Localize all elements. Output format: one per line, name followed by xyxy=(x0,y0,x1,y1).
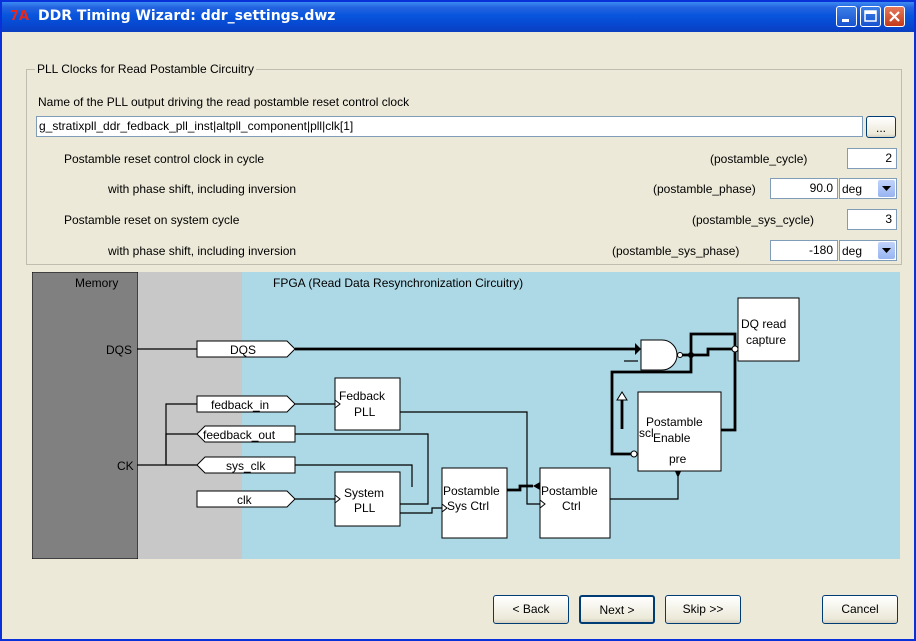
fedback-pll-line1: Fedback xyxy=(339,389,386,403)
cancel-button[interactable]: Cancel xyxy=(822,595,898,624)
postamble-cycle-field[interactable]: 2 xyxy=(847,148,897,169)
postamble-sys-phase-unit: deg xyxy=(842,244,863,258)
dqs-signal-label: DQS xyxy=(230,343,256,357)
browse-button[interactable]: ... xyxy=(866,116,896,138)
enable-scl-label: scl xyxy=(639,426,654,440)
sys-clk-label: sys_clk xyxy=(226,459,266,473)
postamble-phase-unit-select[interactable]: deg xyxy=(839,178,897,199)
skip-button[interactable]: Skip >> xyxy=(665,595,741,624)
fpga-label: FPGA (Read Data Resynchronization Circui… xyxy=(273,276,523,290)
group-legend: PLL Clocks for Read Postamble Circuitry xyxy=(35,62,256,76)
fedback-pll-line2: PLL xyxy=(354,405,376,419)
minimize-button[interactable] xyxy=(836,6,857,27)
postamble-ctrl-line1: Postamble xyxy=(541,484,598,498)
dqs-pin-label: DQS xyxy=(106,343,132,357)
wizard-window: 7A DDR Timing Wizard: ddr_settings.dwz P… xyxy=(0,0,916,641)
dq-capture-line2: capture xyxy=(746,333,786,347)
fedback-pll-block xyxy=(334,377,401,431)
system-pll-line1: System xyxy=(344,486,384,500)
postamble-sys-ctrl-line2: Sys Ctrl xyxy=(447,499,489,513)
pll-output-label: Name of the PLL output driving the read … xyxy=(38,95,410,109)
memory-region xyxy=(32,272,139,559)
interface-region xyxy=(138,272,242,559)
ck-pin-label: CK xyxy=(117,459,134,473)
postamble-sys-ctrl-line1: Postamble xyxy=(443,484,500,498)
resync-circuit-diagram: Memory FPGA (Read Data Resynchronization… xyxy=(32,272,900,559)
system-pll-line2: PLL xyxy=(354,501,376,515)
memory-label: Memory xyxy=(75,276,118,290)
postamble-sys-cycle-label: Postamble reset on system cycle xyxy=(64,213,240,227)
feedback-out-label: feedback_out xyxy=(203,428,276,442)
chevron-down-icon[interactable] xyxy=(878,242,895,259)
postamble-sys-cycle-field[interactable]: 3 xyxy=(847,209,897,230)
postamble-enable-line2: Enable xyxy=(653,431,691,445)
postamble-phase-field[interactable]: 90.0 xyxy=(770,178,838,199)
fedback-in-label: fedback_in xyxy=(211,398,269,412)
enable-pre-label: pre xyxy=(669,452,687,466)
minimize-icon xyxy=(842,19,849,22)
chevron-down-icon[interactable] xyxy=(878,180,895,197)
pre-input-arrow xyxy=(616,391,628,401)
junction-dot xyxy=(688,352,694,358)
postamble-sys-phase-label: with phase shift, including inversion xyxy=(108,244,297,258)
window-title: DDR Timing Wizard: ddr_settings.dwz xyxy=(38,8,336,24)
and-gate xyxy=(640,339,678,371)
postamble-sys-phase-field[interactable]: -180 xyxy=(770,240,838,261)
gate-input-arrow xyxy=(635,343,641,355)
postamble-phase-param: (postamble_phase) xyxy=(653,182,756,196)
postamble-phase-label: with phase shift, including inversion xyxy=(108,182,297,196)
postamble-sys-phase-unit-select[interactable]: deg xyxy=(839,240,897,261)
next-button[interactable]: Next > xyxy=(579,595,655,624)
postamble-cycle-label: Postamble reset control clock in cycle xyxy=(64,152,265,166)
postamble-phase-unit: deg xyxy=(842,182,863,196)
close-button[interactable] xyxy=(884,6,905,27)
title-bar[interactable]: 7A DDR Timing Wizard: ddr_settings.dwz xyxy=(2,2,914,32)
postamble-ctrl-line2: Ctrl xyxy=(562,499,581,513)
postamble-sys-cycle-param: (postamble_sys_cycle) xyxy=(692,213,815,227)
app-icon: 7A xyxy=(10,9,30,24)
back-button[interactable]: < Back xyxy=(493,595,569,624)
maximize-button[interactable] xyxy=(860,6,881,27)
postamble-sys-phase-param: (postamble_sys_phase) xyxy=(612,244,740,258)
ctrl-arrow xyxy=(533,482,540,490)
postamble-enable-line1: Postamble xyxy=(646,415,703,429)
maximize-icon xyxy=(864,10,877,22)
close-icon xyxy=(889,11,900,22)
pll-output-field[interactable]: g_stratixpll_ddr_fedback_pll_inst|altpll… xyxy=(36,116,863,137)
dq-capture-line1: DQ read xyxy=(741,317,786,331)
clk-label: clk xyxy=(237,493,253,507)
postamble-cycle-param: (postamble_cycle) xyxy=(710,152,808,166)
